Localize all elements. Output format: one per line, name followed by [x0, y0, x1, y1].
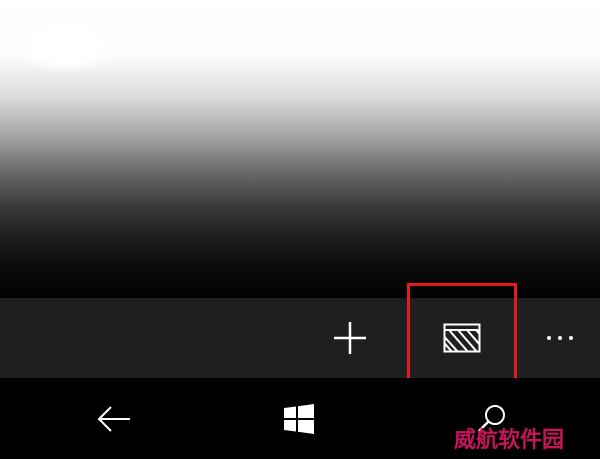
start-button[interactable] [259, 378, 339, 459]
add-button[interactable] [310, 298, 390, 378]
windows-logo-icon [284, 403, 314, 434]
more-options-button[interactable] [530, 298, 590, 378]
plus-icon [334, 322, 366, 354]
blurred-region [14, 24, 118, 72]
select-button[interactable] [410, 298, 514, 378]
select-icon [443, 323, 481, 353]
phone-screen: 威航软件园 [0, 0, 600, 459]
watermark-text: 威航软件园 [454, 428, 565, 453]
content-area [0, 0, 600, 298]
back-arrow-icon [97, 405, 130, 432]
more-icon [547, 336, 573, 340]
app-bar [0, 298, 600, 378]
back-button[interactable] [74, 378, 154, 459]
